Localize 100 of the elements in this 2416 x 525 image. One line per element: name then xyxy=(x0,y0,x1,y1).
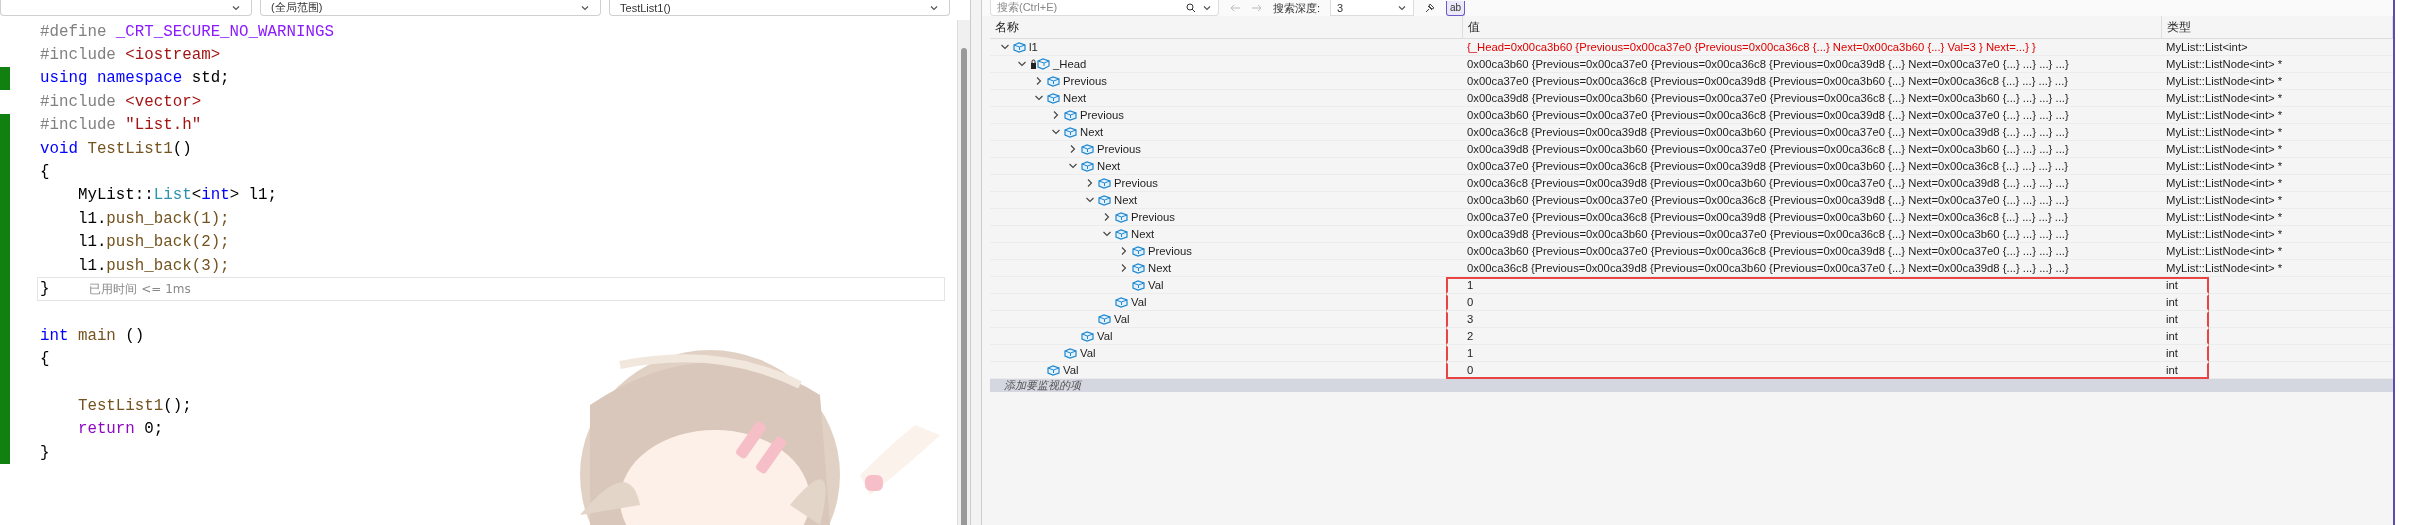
variable-value: 0x00ca37e0 {Previous=0x00ca36c8 {Previous=0x00ca39d8 {Previous=0x00ca3b60 {...} Next=0x00ca36c8 {...} ...} ...} ...} xyxy=(1467,211,2069,223)
variable-name[interactable]: l1 xyxy=(1029,41,1038,53)
variable-name[interactable]: Next xyxy=(1080,126,1104,138)
code-line: { xyxy=(40,350,50,369)
object-icon xyxy=(1132,245,1145,257)
search-depth-label: 搜索深度: xyxy=(1273,0,1321,16)
variable-name[interactable]: Val xyxy=(1063,364,1079,376)
pin-icon[interactable] xyxy=(1424,2,1437,14)
expand-chevron-icon[interactable] xyxy=(1085,178,1095,188)
variable-name[interactable]: Next xyxy=(1131,228,1155,240)
variable-type: MyList::ListNode<int> * xyxy=(2166,177,2283,189)
depth-dropdown[interactable]: 3 xyxy=(1330,0,1415,16)
variable-name[interactable]: Previous xyxy=(1114,177,1158,189)
scrollbar-thumb[interactable] xyxy=(961,48,968,525)
object-icon xyxy=(1098,177,1111,189)
code-line: #include <iostream> xyxy=(40,46,221,65)
variable-name[interactable]: Val xyxy=(1131,296,1147,308)
variable-name[interactable]: Val xyxy=(1148,279,1164,291)
object-icon xyxy=(1081,330,1094,342)
variable-name[interactable]: Previous xyxy=(1080,109,1124,121)
search-icon xyxy=(1186,2,1196,13)
object-icon xyxy=(1013,41,1026,53)
variable-value: 0x00ca37e0 {Previous=0x00ca36c8 {Previous=0x00ca39d8 {Previous=0x00ca3b60 {...} Next=0x00ca36c8 {...} ...} ...} ...} xyxy=(1467,160,2069,172)
collapse-chevron-icon[interactable] xyxy=(1034,93,1044,103)
variable-type: MyList::List<int> xyxy=(2166,41,2248,53)
code-line: #define _CRT_SECURE_NO_WARNINGS xyxy=(40,22,334,41)
code-line: l1.push_back(3); xyxy=(76,256,230,275)
variable-value: 0 xyxy=(1467,364,1474,376)
scope-dropdown[interactable]: (全局范围) xyxy=(260,0,602,16)
collapse-chevron-icon[interactable] xyxy=(1000,42,1010,52)
code-line: int main () xyxy=(40,326,145,345)
variable-name[interactable]: Next xyxy=(1097,160,1121,172)
hex-format-toggle[interactable]: ab xyxy=(1446,0,1466,16)
code-line: #include <vector> xyxy=(40,92,202,111)
column-header[interactable]: 类型 xyxy=(2162,16,2393,38)
code-line: l1.push_back(1); xyxy=(76,209,230,228)
dropdown-label: (全局范围) xyxy=(271,0,323,15)
expand-chevron-icon[interactable] xyxy=(1051,110,1061,120)
code-line: } xyxy=(40,280,50,298)
variable-value: {_Head=0x00ca3b60 {Previous=0x00ca37e0 {Previous=0x00ca36c8 {...} Next=0x00ca3b60 {...} Val=3 } Next=...} } xyxy=(1467,41,2036,53)
code-line: void TestList1() xyxy=(40,139,192,158)
variable-name[interactable]: Previous xyxy=(1097,143,1141,155)
expand-chevron-icon[interactable] xyxy=(1068,144,1078,154)
expand-chevron-icon[interactable] xyxy=(1119,246,1129,256)
variable-value: 0x00ca3b60 {Previous=0x00ca37e0 {Previous=0x00ca36c8 {Previous=0x00ca39d8 {...} Next=0x00ca37e0 {...} ...} ...} ...} xyxy=(1467,194,2069,206)
search-field[interactable]: 搜索(Ctrl+E) xyxy=(990,0,1219,16)
variable-type: MyList::ListNode<int> * xyxy=(2166,109,2283,121)
collapse-chevron-icon[interactable] xyxy=(1102,229,1112,239)
dropdown-label: TestList1() xyxy=(620,1,671,14)
object-icon xyxy=(1132,279,1145,291)
collapse-chevron-icon[interactable] xyxy=(1085,195,1095,205)
variable-name[interactable]: Previous xyxy=(1063,75,1107,87)
variable-type: MyList::ListNode<int> * xyxy=(2166,211,2283,223)
variable-name[interactable]: Next xyxy=(1114,194,1138,206)
variable-name[interactable]: Val xyxy=(1080,347,1096,359)
collapse-chevron-icon[interactable] xyxy=(1068,161,1078,171)
variable-name[interactable]: Next xyxy=(1063,92,1087,104)
variable-value: 0x00ca36c8 {Previous=0x00ca39d8 {Previous=0x00ca3b60 {Previous=0x00ca37e0 {...} Next=0x00ca39d8 {...} ...} ...} ...} xyxy=(1467,177,2069,189)
object-icon xyxy=(1047,92,1060,104)
expand-chevron-icon[interactable] xyxy=(1034,76,1044,86)
variable-value: 0x00ca3b60 {Previous=0x00ca37e0 {Previous=0x00ca36c8 {Previous=0x00ca39d8 {...} Next=0x00ca37e0 {...} ...} ...} ...} xyxy=(1467,58,2069,70)
variable-type: int xyxy=(2166,279,2178,291)
variable-type: MyList::ListNode<int> * xyxy=(2166,75,2283,87)
collapse-chevron-icon[interactable] xyxy=(1017,59,1027,69)
scope-dropdown[interactable]: TestList1() xyxy=(609,0,951,16)
variable-type: MyList::ListNode<int> * xyxy=(2166,194,2283,206)
object-icon xyxy=(1115,296,1128,308)
variable-value: 0x00ca36c8 {Previous=0x00ca39d8 {Previous=0x00ca3b60 {Previous=0x00ca37e0 {...} Next=0x00ca39d8 {...} ...} ...} ...} xyxy=(1467,262,2069,274)
code-line: l1.push_back(2); xyxy=(76,233,230,252)
column-header[interactable]: 值 xyxy=(1463,16,2162,38)
scrollbar[interactable] xyxy=(957,20,971,525)
variable-name[interactable]: Previous xyxy=(1148,245,1192,257)
variable-value: 0 xyxy=(1467,296,1474,308)
variable-type: int xyxy=(2166,296,2178,308)
code-line: #include "List.h" xyxy=(40,116,202,135)
object-icon xyxy=(1098,313,1111,325)
code-line: } xyxy=(40,443,50,462)
expand-chevron-icon[interactable] xyxy=(1119,263,1129,273)
collapse-chevron-icon[interactable] xyxy=(1051,127,1061,137)
variable-name[interactable]: Val xyxy=(1097,330,1113,342)
object-icon xyxy=(1098,194,1111,206)
object-icon xyxy=(1064,109,1077,121)
variable-name[interactable]: Previous xyxy=(1131,211,1175,223)
variable-value: 0x00ca39d8 {Previous=0x00ca3b60 {Previous=0x00ca37e0 {Previous=0x00ca36c8 {...} Next=0x00ca3b60 {...} ...} ...} ...} xyxy=(1467,228,2069,240)
variable-name[interactable]: _Head xyxy=(1053,58,1087,70)
variable-type: MyList::ListNode<int> * xyxy=(2166,143,2283,155)
object-icon xyxy=(1064,347,1077,359)
variable-name[interactable]: Val xyxy=(1114,313,1130,325)
expand-chevron-icon[interactable] xyxy=(1102,212,1112,222)
code-line: MyList::List<int> l1; xyxy=(76,186,278,205)
code-line: return 0; xyxy=(76,420,164,439)
variable-value: 2 xyxy=(1467,330,1474,342)
object-icon xyxy=(1081,143,1094,155)
code-line: TestList1(); xyxy=(76,396,192,415)
variable-type: int xyxy=(2166,364,2178,376)
variable-name[interactable]: Next xyxy=(1148,262,1172,274)
variable-value: 0x00ca3b60 {Previous=0x00ca37e0 {Previous=0x00ca36c8 {Previous=0x00ca39d8 {...} Next=0x00ca37e0 {...} ...} ...} ...} xyxy=(1467,245,2069,257)
column-header[interactable]: 名称 xyxy=(990,16,1463,38)
variable-value: 0x00ca39d8 {Previous=0x00ca3b60 {Previous=0x00ca37e0 {Previous=0x00ca36c8 {...} Next=0x00ca3b60 {...} ...} ...} ...} xyxy=(1467,92,2069,104)
variable-type: int xyxy=(2166,347,2178,359)
